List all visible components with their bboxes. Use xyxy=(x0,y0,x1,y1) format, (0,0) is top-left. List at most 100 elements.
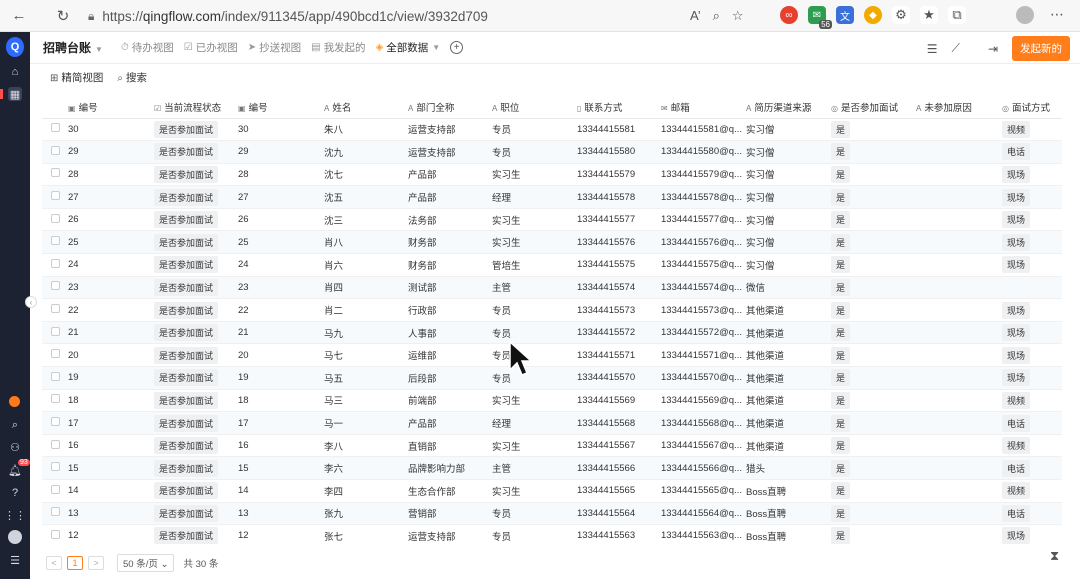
table-cell[interactable]: 视频 xyxy=(1002,479,1062,503)
table-row[interactable]: 12 是否参加面试 12 张七 运营支持部 专员 13344415563 1334441556… xyxy=(42,524,1062,546)
table-cell[interactable]: 是否参加面试 xyxy=(154,434,238,458)
table-cell[interactable]: 专员 xyxy=(492,298,577,322)
table-cell[interactable]: 是 xyxy=(831,502,916,526)
table-cell[interactable]: 28 xyxy=(238,163,324,187)
chart-icon[interactable]: ⟋ xyxy=(952,41,960,56)
table-cell[interactable]: 13344415567 xyxy=(577,434,661,458)
table-cell[interactable]: 30 xyxy=(238,118,324,142)
column-header[interactable]: ◎ 是否参加面试 xyxy=(831,96,916,119)
table-cell[interactable]: 其他渠道 xyxy=(746,389,831,413)
table-cell[interactable]: 专员 xyxy=(492,118,577,142)
profile-avatar[interactable] xyxy=(1016,6,1034,24)
table-cell[interactable]: 沈三 xyxy=(324,208,408,232)
table-cell[interactable]: 专员 xyxy=(492,366,577,390)
page-1-button[interactable]: 1 xyxy=(67,556,83,570)
table-cell[interactable]: 是否参加面试 xyxy=(154,163,238,187)
table-cell[interactable] xyxy=(916,343,1002,368)
table-cell[interactable]: 实习生 xyxy=(492,163,577,187)
list-icon[interactable]: ☰ xyxy=(927,42,938,56)
table-cell[interactable]: 其他渠道 xyxy=(746,366,831,390)
table-cell[interactable]: 13344415577@q... xyxy=(661,208,746,232)
table-cell[interactable] xyxy=(916,366,1002,390)
favorite-add-icon[interactable]: ☆ xyxy=(732,8,744,24)
table-cell[interactable]: 肖六 xyxy=(324,253,408,277)
table-cell[interactable]: Boss直聘 xyxy=(746,524,831,546)
search-button[interactable]: ⌕ 搜索 xyxy=(117,70,147,85)
table-cell[interactable]: 22 xyxy=(238,298,324,322)
row-select-cell[interactable] xyxy=(42,343,68,368)
table-cell[interactable] xyxy=(916,118,1002,142)
table-cell[interactable]: 电话 xyxy=(1002,502,1062,526)
table-cell[interactable]: 是 xyxy=(831,163,916,187)
puzzle-icon[interactable]: ⚙ xyxy=(892,6,910,24)
table-cell[interactable]: 13344415573 xyxy=(577,298,661,322)
row-select-cell[interactable] xyxy=(42,140,68,164)
column-header[interactable]: A 简历渠道来源 xyxy=(746,96,831,119)
collections-icon[interactable]: ⧉ xyxy=(948,6,966,24)
table-cell[interactable]: 是 xyxy=(831,230,916,255)
table-cell[interactable]: 13344415563 xyxy=(577,524,661,546)
table-cell[interactable]: 电话 xyxy=(1002,140,1062,164)
table-cell[interactable]: 运维部 xyxy=(408,343,492,368)
table-cell[interactable]: 产品部 xyxy=(408,185,492,209)
table-cell[interactable]: 13344415569@q... xyxy=(661,389,746,413)
table-row[interactable]: 14 是否参加面试 14 李四 生态合作部 实习生 13344415565 133444155… xyxy=(42,479,1062,503)
table-cell[interactable]: 是否参加面试 xyxy=(154,524,238,546)
table-cell[interactable]: 是 xyxy=(831,276,916,300)
table-row[interactable]: 18 是否参加面试 18 马三 前端部 实习生 13344415569 13344415569… xyxy=(42,389,1062,413)
row-select-cell[interactable] xyxy=(42,185,68,209)
add-view-button[interactable]: + xyxy=(450,41,464,54)
table-cell[interactable]: 现场 xyxy=(1002,230,1062,255)
table-cell[interactable]: 13344415581@q... xyxy=(661,118,746,142)
table-cell[interactable]: 张九 xyxy=(324,502,408,526)
table-cell[interactable]: 主管 xyxy=(492,456,577,480)
row-checkbox[interactable] xyxy=(51,394,60,404)
column-header[interactable]: ▣ 编号 xyxy=(68,96,154,119)
table-cell[interactable]: 现场 xyxy=(1002,298,1062,322)
table-cell[interactable]: Boss直聘 xyxy=(746,479,831,503)
table-cell[interactable]: 14 xyxy=(68,479,154,503)
table-cell[interactable]: 微信 xyxy=(746,276,831,300)
table-row[interactable]: 16 是否参加面试 16 李八 直销部 实习生 13344415567 13344415567… xyxy=(42,434,1062,458)
table-cell[interactable]: 实习生 xyxy=(492,479,577,503)
prev-page-button[interactable]: < xyxy=(46,556,62,570)
read-aloud-icon[interactable]: A’ xyxy=(690,8,701,24)
table-cell[interactable]: 13 xyxy=(68,502,154,526)
table-cell[interactable]: 实习生 xyxy=(492,208,577,232)
table-cell[interactable]: 其他渠道 xyxy=(746,411,831,435)
table-cell[interactable]: 是否参加面试 xyxy=(154,208,238,232)
table-cell[interactable]: 直销部 xyxy=(408,434,492,458)
table-cell[interactable]: 张七 xyxy=(324,524,408,546)
table-cell[interactable]: 13344415575@q... xyxy=(661,253,746,277)
table-cell[interactable]: 现场 xyxy=(1002,208,1062,232)
table-cell[interactable]: 13344415576@q... xyxy=(661,230,746,255)
table-row[interactable]: 20 是否参加面试 20 马七 运维部 专员 13344415571 13344415571@… xyxy=(42,343,1062,368)
table-cell[interactable]: 法务部 xyxy=(408,208,492,232)
row-checkbox[interactable] xyxy=(51,439,60,449)
table-cell[interactable]: 肖八 xyxy=(324,230,408,255)
table-row[interactable]: 29 是否参加面试 29 沈九 运营支持部 专员 13344415580 1334441558… xyxy=(42,140,1062,164)
zoom-icon[interactable]: ⌕ xyxy=(713,8,720,24)
table-cell[interactable]: 马一 xyxy=(324,411,408,435)
table-cell[interactable] xyxy=(916,276,1002,300)
column-header[interactable]: ▯ 联系方式 xyxy=(577,96,661,119)
table-cell[interactable]: 电话 xyxy=(1002,456,1062,480)
table-cell[interactable]: 13344415574 xyxy=(577,276,661,300)
table-cell[interactable]: 13344415580@q... xyxy=(661,140,746,164)
table-cell[interactable]: 是 xyxy=(831,208,916,232)
table-cell[interactable]: 27 xyxy=(68,185,154,209)
table-cell[interactable]: 生态合作部 xyxy=(408,479,492,503)
table-cell[interactable]: 现场 xyxy=(1002,343,1062,368)
row-checkbox[interactable] xyxy=(51,326,60,336)
grid-icon[interactable]: ⋮⋮ xyxy=(4,508,26,522)
column-header[interactable]: ☑ 当前流程状态 xyxy=(154,96,238,119)
tab-todo[interactable]: ⏱ 待办视图 xyxy=(121,40,174,55)
table-cell[interactable]: 现场 xyxy=(1002,524,1062,546)
table-cell[interactable]: 营销部 xyxy=(408,502,492,526)
row-checkbox[interactable] xyxy=(51,281,60,291)
row-checkbox[interactable] xyxy=(51,123,60,133)
row-select-cell[interactable] xyxy=(42,321,68,345)
table-cell[interactable]: 27 xyxy=(238,185,324,209)
table-cell[interactable]: 30 xyxy=(68,118,154,142)
table-cell[interactable]: 其他渠道 xyxy=(746,298,831,322)
